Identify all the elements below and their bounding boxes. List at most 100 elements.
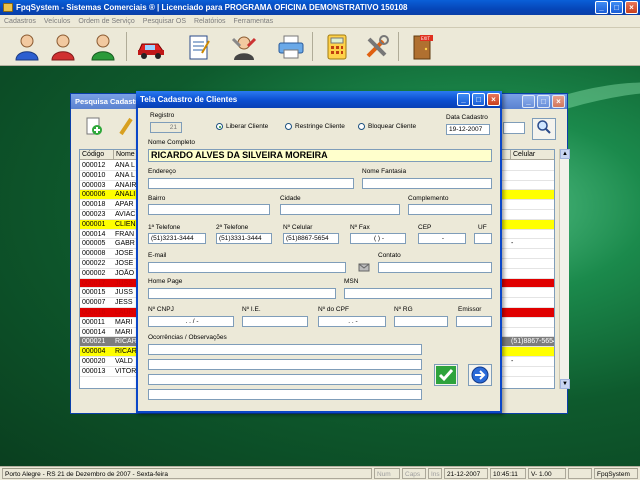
minimize-button[interactable]: _ <box>595 1 608 14</box>
nome-label: Nome Completo <box>148 139 195 146</box>
obs-label: Ocorrências / Observações <box>148 334 227 341</box>
status-caps: Caps <box>402 468 426 479</box>
confirm-button[interactable] <box>434 364 458 386</box>
radio-label: Liberar Cliente <box>226 123 269 130</box>
obs-line-4[interactable] <box>148 389 422 400</box>
menu-pesquisar-os[interactable]: Pesquisar OS <box>143 18 186 25</box>
cpf-field[interactable]: . . - <box>318 316 386 327</box>
status-location: Porto Alegre - RS 21 de Dezembro de 2007… <box>2 468 372 479</box>
dialog-close[interactable]: × <box>487 93 500 106</box>
grid-scrollbar[interactable]: ▲ ▼ <box>559 149 570 389</box>
svg-text:EXIT: EXIT <box>421 36 430 41</box>
data-cadastro-field[interactable]: 19-12-2007 <box>446 124 490 135</box>
cell-code: 000006 <box>82 191 106 199</box>
toolbar-tools-button[interactable] <box>360 30 394 63</box>
menu-ordem-servico[interactable]: Ordem de Serviço <box>78 18 134 25</box>
fax-field[interactable]: ( ) - <box>350 233 406 244</box>
tel1-label: 1ª Telefone <box>148 224 181 231</box>
registro-label: Registro <box>150 112 175 119</box>
ie-field[interactable] <box>242 316 308 327</box>
msn-field[interactable] <box>344 288 492 299</box>
toolbar-vehicles-button[interactable] <box>134 30 168 63</box>
nome-fantasia-field[interactable] <box>362 178 492 189</box>
arrow-right-icon <box>471 366 489 384</box>
homepage-label: Home Page <box>148 278 183 285</box>
user-green-icon <box>91 34 115 60</box>
dialog-minimize[interactable]: _ <box>457 93 470 106</box>
complemento-field[interactable] <box>408 204 492 215</box>
toolbar-suppliers-button[interactable] <box>46 30 80 63</box>
close-button[interactable]: × <box>625 1 638 14</box>
uf-field[interactable] <box>474 233 492 244</box>
obs-line-2[interactable] <box>148 359 422 370</box>
celular-field[interactable]: (51)8867-5654 <box>283 233 339 244</box>
scroll-down-arrow[interactable]: ▼ <box>560 379 570 389</box>
user-red-icon <box>51 34 75 60</box>
obs-line-1[interactable] <box>148 344 422 355</box>
bairro-field[interactable] <box>148 204 270 215</box>
tel1-field[interactable]: (51)3231-3444 <box>148 233 206 244</box>
cell-cel: - <box>511 240 514 248</box>
cell-cel: (51)8867-5654 <box>511 338 555 346</box>
next-button[interactable] <box>468 364 492 386</box>
endereco-field[interactable] <box>148 178 354 189</box>
new-record-button[interactable] <box>83 116 105 138</box>
nome-field[interactable]: RICARDO ALVES DA SILVEIRA MOREIRA <box>148 149 492 162</box>
tel2-field[interactable]: (51)3331-3444 <box>216 233 272 244</box>
search-window-maximize[interactable]: □ <box>537 95 550 108</box>
menu-cadastros[interactable]: Cadastros <box>4 18 36 25</box>
col-header-code[interactable]: Código <box>80 150 114 160</box>
radio-bloquear-cliente[interactable]: Bloquear Cliente <box>358 123 416 130</box>
cnpj-field[interactable]: . . / - <box>148 316 234 327</box>
cnpj-label: Nº CNPJ <box>148 306 174 313</box>
search-input[interactable] <box>503 122 525 134</box>
toolbar-clients-button[interactable] <box>10 30 44 63</box>
toolbar-calculator-button[interactable] <box>320 30 354 63</box>
search-window-close[interactable]: × <box>552 95 565 108</box>
search-button[interactable] <box>532 118 556 140</box>
dialog-maximize[interactable]: □ <box>472 93 485 106</box>
toolbar-exit-button[interactable]: EXIT <box>406 30 440 63</box>
menu-veiculos[interactable]: Veículos <box>44 18 70 25</box>
cell-code: 000017 <box>82 279 106 287</box>
rg-field[interactable] <box>394 316 448 327</box>
menu-relatorios[interactable]: Relatórios <box>194 18 226 25</box>
checkmark-icon <box>436 366 456 384</box>
radio-label: Bloquear Cliente <box>368 123 417 130</box>
col-header-cel[interactable]: Celular <box>511 150 554 160</box>
new-document-icon <box>86 117 102 135</box>
exit-icon: EXIT <box>413 34 433 59</box>
printer-icon <box>278 35 304 58</box>
homepage-field[interactable] <box>148 288 336 299</box>
cep-field[interactable]: - <box>418 233 466 244</box>
contato-field[interactable] <box>378 262 492 273</box>
maximize-button[interactable]: □ <box>610 1 623 14</box>
app-icon <box>3 3 13 12</box>
cidade-field[interactable] <box>280 204 400 215</box>
emissor-field[interactable] <box>456 316 492 327</box>
menu-ferramentas[interactable]: Ferramentas <box>234 18 274 25</box>
cell-code: 000016 <box>82 309 106 316</box>
email-field[interactable] <box>148 262 346 273</box>
edit-record-button[interactable] <box>115 116 137 138</box>
msn-label: MSN <box>344 278 359 285</box>
dialog-title: Tela Cadastro de Clientes <box>136 91 502 108</box>
notepad-icon <box>189 35 210 59</box>
toolbar-search-os-button[interactable] <box>227 30 261 63</box>
client-form-dialog: Tela Cadastro de Clientes _ □ × Registro… <box>136 91 502 413</box>
cell-code: 000023 <box>82 211 106 218</box>
radio-restringe-cliente[interactable]: Restringe Cliente <box>285 123 345 130</box>
cell-code: 000004 <box>82 348 106 356</box>
scroll-up-arrow[interactable]: ▲ <box>560 149 570 159</box>
toolbar-service-order-button[interactable] <box>182 30 216 63</box>
radio-liberar-cliente[interactable]: Liberar Cliente <box>216 123 268 130</box>
wrench-icon <box>366 34 389 57</box>
toolbar-employees-button[interactable] <box>86 30 120 63</box>
email-send-button[interactable] <box>358 261 370 273</box>
menu-bar: Cadastros Veículos Ordem de Serviço Pesq… <box>0 15 640 28</box>
obs-line-3[interactable] <box>148 374 422 385</box>
toolbar-print-button[interactable] <box>274 30 308 63</box>
emissor-label: Emissor <box>458 306 482 313</box>
fax-label: Nº Fax <box>350 224 370 231</box>
search-window-minimize[interactable]: _ <box>522 95 535 108</box>
